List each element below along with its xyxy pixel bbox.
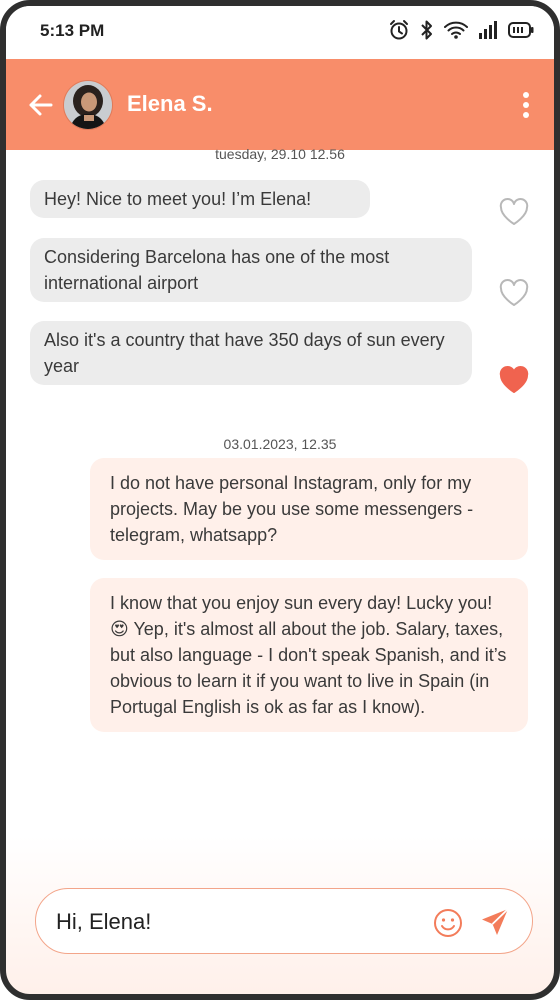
outgoing-message[interactable]: I do not have personal Instagram, only f…	[90, 458, 528, 560]
send-icon	[482, 908, 509, 935]
bluetooth-icon	[420, 19, 434, 41]
like-button[interactable]	[499, 198, 529, 226]
incoming-message[interactable]: Considering Barcelona has one of the mos…	[30, 238, 472, 302]
more-vertical-icon	[523, 92, 529, 118]
phone-frame: 5:13 PM Elena S. tuesday, 29.10 12.56 He…	[0, 0, 560, 1000]
incoming-message[interactable]: Hey! Nice to meet you! I’m Elena!	[30, 180, 370, 218]
heart-outline-icon	[499, 279, 529, 306]
arrow-left-icon	[29, 94, 53, 116]
chat-header: Elena S.	[6, 59, 554, 150]
date-label: tuesday, 29.10 12.56	[215, 146, 345, 162]
back-button[interactable]	[26, 90, 56, 120]
alarm-icon	[388, 19, 410, 41]
avatar[interactable]	[63, 80, 113, 130]
like-button[interactable]	[499, 366, 529, 394]
status-bar: 5:13 PM	[6, 6, 554, 59]
emoji-button[interactable]	[433, 908, 463, 938]
wifi-icon	[444, 20, 468, 40]
signal-icon	[478, 20, 498, 40]
heart-filled-icon	[499, 366, 529, 393]
date-label: 03.01.2023, 12.35	[223, 436, 337, 452]
message-input[interactable]	[54, 901, 418, 943]
status-time: 5:13 PM	[40, 21, 105, 40]
status-icons	[388, 19, 534, 41]
outgoing-message[interactable]: I know that you enjoy sun every day! Luc…	[90, 578, 528, 732]
message-composer	[35, 888, 533, 954]
heart-outline-icon	[499, 198, 529, 225]
contact-name[interactable]: Elena S.	[127, 91, 213, 117]
battery-icon	[508, 21, 534, 39]
send-button[interactable]	[479, 906, 511, 938]
incoming-message[interactable]: Also it's a country that have 350 days o…	[30, 321, 472, 385]
smiley-icon	[434, 909, 462, 937]
menu-button[interactable]	[518, 89, 534, 121]
like-button[interactable]	[499, 279, 529, 307]
